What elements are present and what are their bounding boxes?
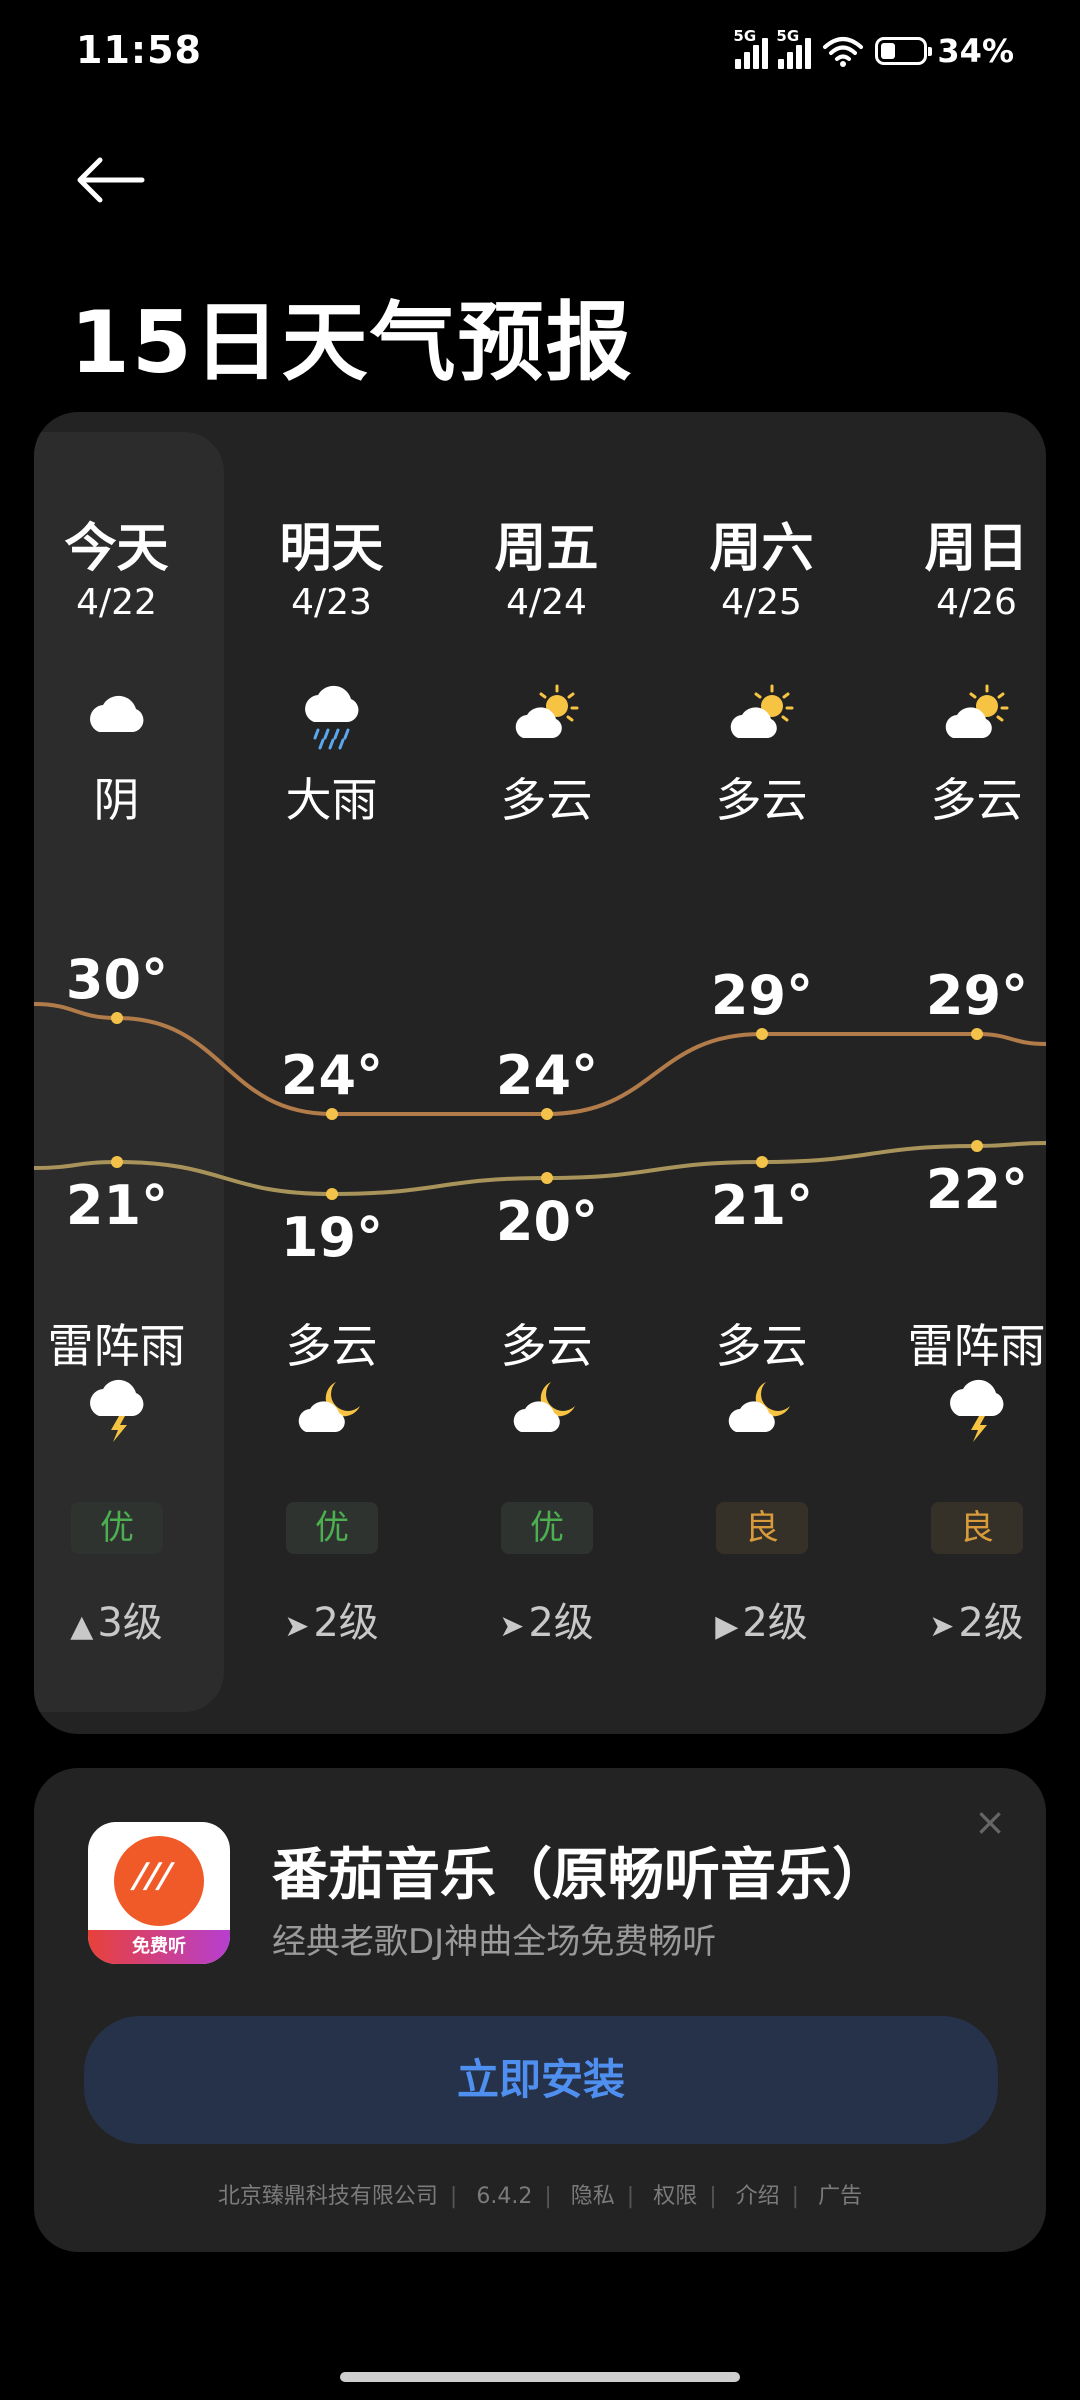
ad-app-name[interactable]: 番茄音乐（原畅听音乐） <box>272 1830 888 1911</box>
low-temp-label: 19° <box>281 1206 383 1269</box>
signal-icon-2: 5G <box>776 27 812 69</box>
forecast-card[interactable]: 今天 4/22 阴雷阵雨优 ▲ 3级 明天 4/23 大雨 多云优 ➤ 2级 周五 4/24 多云 多云优 ➤… <box>34 412 1046 1734</box>
low-temp-label: 21° <box>66 1174 168 1237</box>
home-indicator[interactable] <box>340 2372 740 2382</box>
high-temp-point <box>326 1108 338 1120</box>
status-bar: 11:58 5G 5G 34% <box>0 27 1080 84</box>
low-temp-point <box>541 1172 553 1184</box>
battery-percent: 34% <box>937 32 1014 70</box>
low-temp-line <box>34 1141 1046 1197</box>
battery-icon <box>875 37 933 65</box>
high-temp-label: 24° <box>281 1044 383 1107</box>
low-temp-point <box>111 1156 123 1168</box>
footer-ad-link[interactable]: 广告 <box>818 2184 862 2209</box>
wifi-icon <box>823 37 864 67</box>
high-temp-label: 30° <box>66 948 168 1011</box>
ad-footer: 北京臻鼎科技有限公司 | 6.4.2 | 隐私 | 权限 | 介绍 | 广告 <box>217 2184 863 2209</box>
footer-version: 6.4.2 <box>476 2184 533 2209</box>
close-icon[interactable]: × <box>974 1800 1006 1844</box>
back-arrow-icon[interactable] <box>70 150 150 210</box>
high-temp-point <box>541 1108 553 1120</box>
status-icons: 5G 5G 34% <box>733 27 1014 70</box>
ad-description: 经典老歌DJ神曲全场免费畅听 <box>272 1922 717 1962</box>
low-temp-label: 22° <box>926 1158 1028 1221</box>
low-temp-point <box>971 1140 983 1152</box>
ad-card[interactable]: × /// 免费听 番茄音乐（原畅听音乐） 经典老歌DJ神曲全场免费畅听 立即安… <box>34 1768 1046 2252</box>
app-icon-badge: 免费听 <box>88 1930 230 1964</box>
low-temp-label: 20° <box>496 1190 598 1253</box>
high-temp-label: 29° <box>926 964 1028 1027</box>
install-button[interactable]: 立即安装 <box>84 2016 998 2144</box>
low-temp-point <box>756 1156 768 1168</box>
status-time: 11:58 <box>76 28 202 72</box>
temperature-chart: 30° 24° 24° 29° 29° 21° 19° 20° 21° 22° <box>34 948 1046 1269</box>
page-title: 15日天气预报 <box>70 293 634 393</box>
high-temp-point <box>111 1012 123 1024</box>
footer-privacy-link[interactable]: 隐私 <box>571 2184 615 2209</box>
app-icon[interactable]: /// 免费听 <box>88 1822 230 1964</box>
high-temp-point <box>756 1028 768 1040</box>
low-temp-label: 21° <box>711 1174 813 1237</box>
footer-company: 北京臻鼎科技有限公司 <box>217 2184 438 2209</box>
high-temp-point <box>971 1028 983 1040</box>
high-temp-label: 24° <box>496 1044 598 1107</box>
high-temp-label: 29° <box>711 964 813 1027</box>
low-temp-point <box>326 1188 338 1200</box>
signal-icon: 5G <box>733 27 769 69</box>
footer-intro-link[interactable]: 介绍 <box>736 2184 780 2209</box>
footer-permissions-link[interactable]: 权限 <box>653 2184 697 2209</box>
